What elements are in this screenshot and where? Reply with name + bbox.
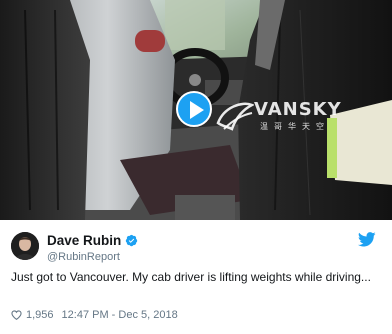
twitter-bird-icon[interactable] xyxy=(358,232,376,247)
play-icon xyxy=(190,101,204,119)
heart-icon[interactable] xyxy=(11,310,22,320)
like-count[interactable]: 1,956 xyxy=(26,309,54,321)
tweet-body: Dave Rubin @RubinReport Just got to Vanc… xyxy=(0,220,392,334)
verified-badge-icon xyxy=(126,234,138,247)
tweet-timestamp[interactable]: 12:47 PM - Dec 5, 2018 xyxy=(62,309,178,321)
avatar[interactable] xyxy=(11,232,39,260)
author-name-row: Dave Rubin xyxy=(47,233,138,248)
play-button[interactable] xyxy=(176,91,212,127)
tweet-meta: 1,956 12:47 PM - Dec 5, 2018 xyxy=(11,309,178,321)
author-handle[interactable]: @RubinReport xyxy=(47,251,120,263)
embedded-tweet-card: VANSKY 温哥华天空 Dave Rubin @RubinReport Jus… xyxy=(0,0,392,334)
avatar-image xyxy=(11,232,39,260)
author-name[interactable]: Dave Rubin xyxy=(47,233,121,248)
video-player[interactable]: VANSKY 温哥华天空 xyxy=(0,0,392,220)
tweet-text: Just got to Vancouver. My cab driver is … xyxy=(11,270,371,284)
